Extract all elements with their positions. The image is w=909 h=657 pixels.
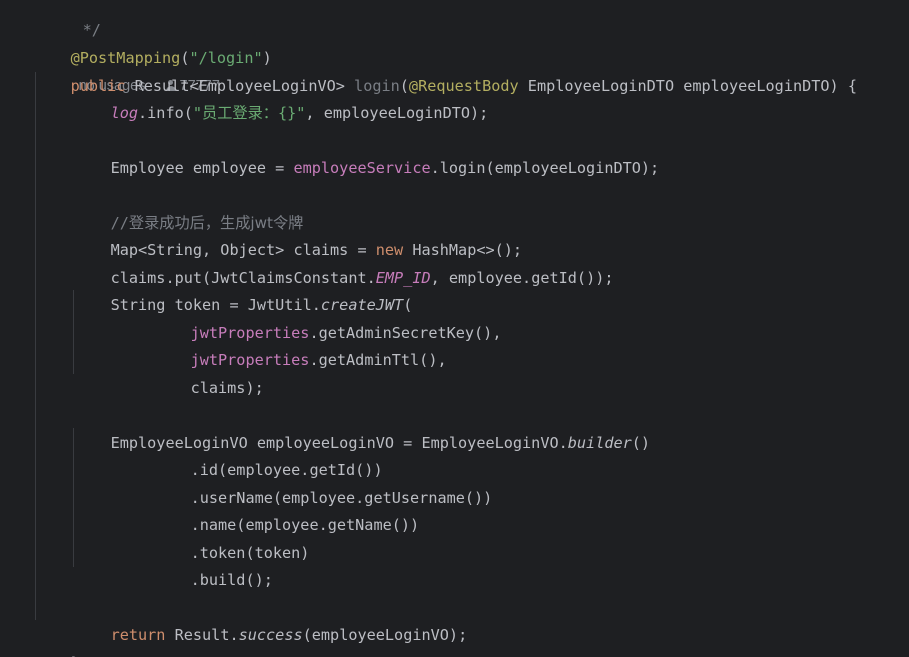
code-line-claims-put: claims.put(JwtClaimsConstant.EMP_ID, emp…	[110, 268, 614, 287]
code-line-chain-build: .build();	[190, 570, 273, 589]
code-line-closing-brace: }	[34, 622, 80, 657]
field-employee-service: employeeService	[293, 158, 431, 177]
code-line-chain-token: .token(token)	[190, 543, 310, 562]
code-line-token: String token = JwtUtil.createJWT(	[110, 295, 413, 314]
code-line-signature: public Result<EmployeeLoginVO> login(@Re…	[70, 76, 857, 95]
log-field: log	[110, 103, 139, 122]
code-line-log: log.info("员工登录：{}", employeeLoginDTO);	[110, 103, 489, 122]
code-line-chain-username: .userName(employee.getUsername())	[190, 488, 493, 507]
code-line-map: Map<String, Object> claims = new HashMap…	[110, 240, 523, 259]
method-builder: builder	[567, 433, 632, 452]
code-line-chain-id: .id(employee.getId())	[190, 460, 383, 479]
log-message-text: 员工登录：	[202, 103, 278, 122]
code-line-comment: //登录成功后，生成jwt令牌	[110, 213, 304, 232]
code-line-secret-key: jwtProperties.getAdminSecretKey(),	[190, 323, 502, 342]
keyword-return: return	[110, 625, 166, 644]
code-line-annotation: @PostMapping("/login") no usages 77777	[70, 48, 272, 95]
code-line-claims-arg: claims);	[190, 378, 264, 397]
code-line-builder: EmployeeLoginVO employeeLoginVO = Employ…	[110, 433, 651, 452]
code-line-return: return Result.success(employeeLoginVO);	[110, 625, 468, 644]
code-line-chain-name: .name(employee.getName())	[190, 515, 420, 534]
code-editor[interactable]: */ @PostMapping("/login") no usages 77777…	[0, 0, 909, 657]
code-line-ttl: jwtProperties.getAdminTtl(),	[190, 350, 447, 369]
method-success: success	[238, 625, 303, 644]
indent-guide-method	[35, 72, 36, 620]
code-line-service-call: Employee employee = employeeService.logi…	[110, 158, 660, 177]
code-line-comment-end: */	[46, 0, 101, 39]
